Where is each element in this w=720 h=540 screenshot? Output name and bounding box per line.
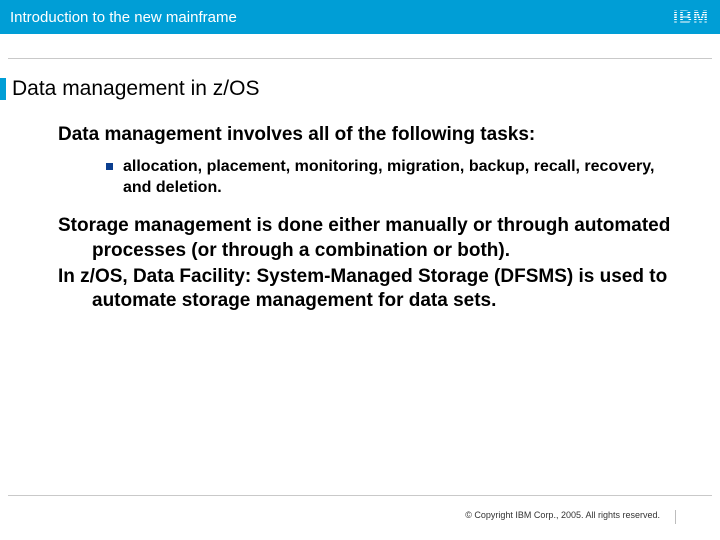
footer-divider (8, 495, 712, 496)
bullet-icon (106, 163, 113, 170)
lead-text: Data management involves all of the foll… (58, 123, 680, 147)
slide: Introduction to the new mainframe IBM Da… (0, 0, 720, 540)
bullet-text: allocation, placement, monitoring, migra… (123, 157, 680, 199)
paragraph-1: Storage management is done either manual… (58, 214, 680, 263)
title-row: Data management in z/OS (0, 77, 720, 101)
header-bar: Introduction to the new mainframe IBM (0, 0, 720, 34)
content-area: Data management involves all of the foll… (0, 101, 720, 540)
title-accent-bar (0, 78, 6, 100)
bullet-item: allocation, placement, monitoring, migra… (106, 157, 680, 199)
footer-tick (675, 510, 676, 524)
divider (8, 58, 712, 59)
footer-copyright: © Copyright IBM Corp., 2005. All rights … (465, 510, 660, 520)
slide-title: Data management in z/OS (12, 77, 259, 101)
header-title: Introduction to the new mainframe (10, 9, 237, 26)
ibm-logo-icon: IBM (673, 7, 708, 28)
paragraph-2: In z/OS, Data Facility: System-Managed S… (58, 265, 680, 314)
